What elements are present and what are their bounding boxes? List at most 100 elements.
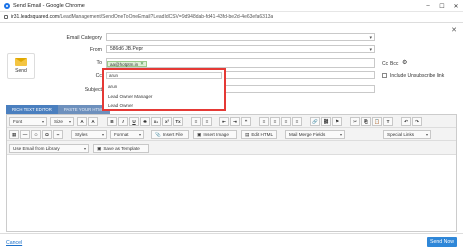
insert-image-button[interactable]: ▣ Insert Image (193, 130, 237, 139)
copy-icon[interactable]: ⎘ (361, 117, 371, 126)
window-title: Send Email - Google Chrome (13, 2, 85, 9)
table-icon[interactable]: ▦ (9, 130, 19, 139)
mail-merge-label: Mail Merge Fields (289, 132, 326, 137)
chevron-down-icon: ▾ (138, 132, 141, 137)
chevron-down-icon: ▾ (369, 35, 372, 41)
from-select[interactable]: 586d6 JB.Pepr ▾ (106, 45, 375, 53)
undo-icon[interactable]: ↶ (401, 117, 411, 126)
editor-body[interactable] (7, 156, 456, 231)
dialog-footer: Cancel Send Now (0, 233, 463, 250)
smiley-icon[interactable]: ☺ (31, 130, 41, 139)
lock-icon (4, 15, 8, 19)
blockquote-icon[interactable]: ❝ (241, 117, 251, 126)
align-left-icon[interactable]: ≡ (259, 117, 269, 126)
insert-file-label: Insert File (162, 132, 183, 137)
remove-recipient-icon[interactable]: ✕ (140, 61, 144, 67)
chrome-icon (4, 2, 10, 9)
strikethrough-icon[interactable]: S (140, 117, 150, 126)
gear-icon[interactable]: ⚙ (402, 59, 407, 66)
save-icon: ▣ (97, 145, 102, 151)
subscript-icon[interactable]: x₂ (151, 117, 161, 126)
cancel-link[interactable]: Cancel (6, 240, 22, 246)
redo-icon[interactable]: ↷ (412, 117, 422, 126)
recipient-search-input[interactable]: arun (106, 72, 222, 79)
recipient-suggestion-dropdown: arun arun Lead Owner Manager Lead Owner (102, 68, 226, 111)
page-break-icon[interactable]: ⎯ (53, 130, 63, 139)
email-library-select[interactable]: Use Email from Library ▾ (9, 144, 89, 153)
font-select-label: Font (13, 119, 23, 124)
recipient-chip[interactable]: aa@hotptm.in ✕ (107, 61, 147, 67)
envelope-icon (15, 58, 27, 66)
special-char-icon[interactable]: Ω (42, 130, 52, 139)
suggestion-item[interactable]: arun (108, 84, 117, 89)
mail-merge-fields-select[interactable]: Mail Merge Fields ▾ (285, 130, 345, 139)
format-select-label: Format (114, 132, 129, 137)
bulleted-list-icon[interactable]: ≡ (202, 117, 212, 126)
window-controls: – ☐ ✕ (421, 0, 463, 12)
edit-html-button[interactable]: ▤ Edit HTML (241, 130, 277, 139)
cc-label: Cc (95, 73, 102, 79)
suggestion-item[interactable]: Lead Owner Manager (108, 94, 152, 99)
italic-icon[interactable]: I (118, 117, 128, 126)
chevron-down-icon: ▾ (369, 47, 372, 53)
bold-icon[interactable]: B (107, 117, 117, 126)
save-as-template-button[interactable]: ▣ Save as Template (93, 144, 149, 153)
insert-image-label: Insert Image (203, 132, 229, 137)
clear-format-icon[interactable]: Tx (173, 117, 183, 126)
send-button-panel[interactable]: Send (7, 53, 35, 79)
insert-file-button[interactable]: 📎 Insert File (151, 130, 189, 139)
styles-select[interactable]: Styles ▾ (71, 130, 107, 139)
font-color-icon[interactable]: A (77, 117, 87, 126)
background-color-icon[interactable]: A (88, 117, 98, 126)
chevron-down-icon: ▾ (101, 132, 104, 137)
cc-link[interactable]: Cc (382, 61, 388, 67)
link-icon[interactable]: 🔗 (310, 117, 320, 126)
to-label: To (96, 60, 102, 66)
url-path: /LeadManagement/SendOneToOneEmail?LeadId… (59, 14, 274, 20)
justify-icon[interactable]: ≡ (292, 117, 302, 126)
special-links-select[interactable]: Special Links ▾ (383, 130, 431, 139)
superscript-icon[interactable]: x² (162, 117, 172, 126)
toolbar-row-1: Font ▾ Size ▾ A A B I U S x₂ x² Tx ≡ ≡ ⇤ ⇥… (7, 115, 456, 128)
format-select[interactable]: Format ▾ (110, 130, 144, 139)
chevron-down-icon: ▾ (83, 146, 86, 151)
close-window-button[interactable]: ✕ (449, 0, 463, 12)
size-select[interactable]: Size ▾ (50, 117, 74, 126)
paste-icon[interactable]: 📋 (372, 117, 382, 126)
maximize-button[interactable]: ☐ (435, 0, 449, 12)
save-as-template-label: Save as Template (103, 146, 140, 151)
send-now-button[interactable]: Send Now (427, 237, 457, 247)
underline-icon[interactable]: U (129, 117, 139, 126)
align-center-icon[interactable]: ≡ (270, 117, 280, 126)
anchor-icon[interactable]: ⚑ (332, 117, 342, 126)
email-category-select[interactable]: ▾ (106, 33, 375, 41)
outdent-icon[interactable]: ⇤ (219, 117, 229, 126)
toolbar-row-2: ▦ — ☺ Ω ⎯ Styles ▾ Format ▾ 📎 Insert File ▣… (7, 128, 456, 141)
special-links-label: Special Links (387, 132, 415, 137)
numbered-list-icon[interactable]: ≡ (191, 117, 201, 126)
minimize-button[interactable]: – (421, 0, 435, 12)
horizontal-line-icon[interactable]: — (20, 130, 30, 139)
cut-icon[interactable]: ✂ (350, 117, 360, 126)
from-label: From (89, 47, 102, 53)
email-library-label: Use Email from Library (13, 146, 60, 151)
unsubscribe-checkbox[interactable] (382, 73, 387, 78)
unlink-icon[interactable]: ⛓ (321, 117, 331, 126)
close-icon[interactable]: ✕ (451, 26, 457, 34)
recipient-chip-label: aa@hotptm.in (110, 61, 139, 67)
address-bar[interactable]: ir31.leadsquared.com/LeadManagement/Send… (0, 12, 463, 23)
tab-rich-text-editor[interactable]: RICH TEXT EDITOR (6, 105, 58, 114)
email-category-label: Email Category (66, 35, 102, 41)
code-icon: ▤ (245, 131, 250, 137)
url-text: ir31.leadsquared.com/LeadManagement/Send… (11, 14, 273, 20)
suggestion-item[interactable]: Lead Owner (108, 103, 133, 108)
paste-text-icon[interactable]: T (383, 117, 393, 126)
image-icon: ▣ (197, 131, 202, 137)
align-right-icon[interactable]: ≡ (281, 117, 291, 126)
indent-icon[interactable]: ⇥ (230, 117, 240, 126)
size-select-label: Size (54, 119, 63, 124)
font-select[interactable]: Font ▾ (9, 117, 47, 126)
bcc-link[interactable]: Bcc (390, 61, 398, 67)
email-editor[interactable]: Font ▾ Size ▾ A A B I U S x₂ x² Tx ≡ ≡ ⇤ ⇥… (6, 114, 457, 232)
chevron-down-icon: ▾ (68, 119, 71, 124)
